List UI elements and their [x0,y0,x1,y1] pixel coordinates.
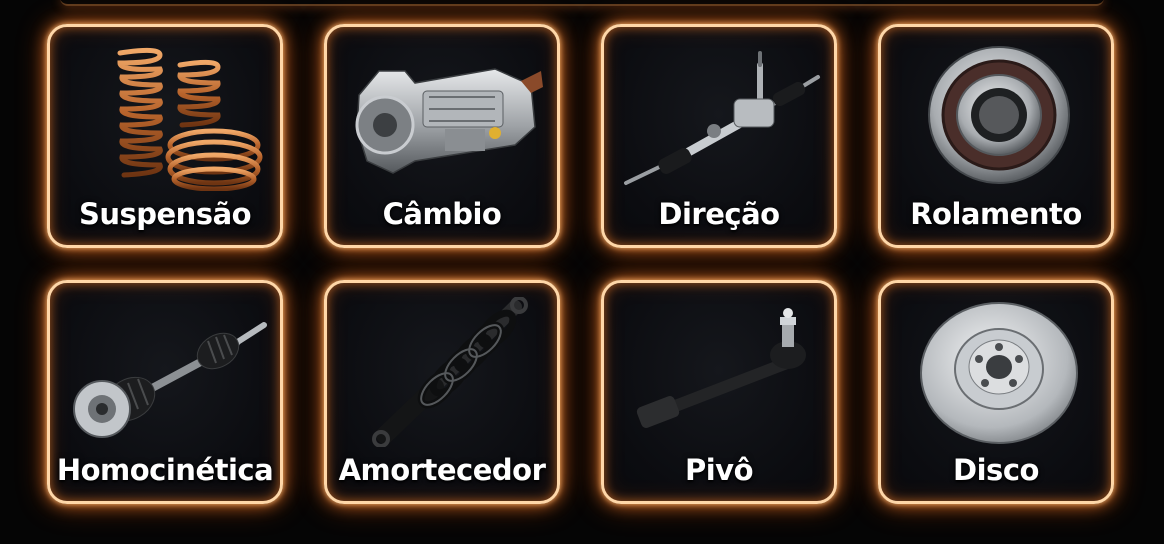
brake-disc-icon [920,302,1078,444]
category-label: Direção [658,197,780,231]
category-label: Câmbio [382,197,502,231]
category-card-suspensao[interactable]: Suspensão [47,24,283,248]
coil-spring-icon [117,47,263,191]
tie-rod-end-icon [636,308,806,428]
category-card-disco[interactable]: Disco [878,280,1114,504]
category-label: Rolamento [910,197,1082,231]
cv-axle-icon [73,322,267,438]
category-grid: Suspensão Câmbio Direção Rolamento Homoc… [0,0,1164,544]
category-label: Suspensão [78,197,252,231]
category-card-amortecedor[interactable]: Amortecedor [324,280,560,504]
category-card-homocinetica[interactable]: Homocinética [47,280,283,504]
shock-absorber-icon [372,297,528,447]
wheel-bearing-icon [928,46,1070,184]
category-label: Homocinética [56,453,274,487]
category-card-rolamento[interactable]: Rolamento [878,24,1114,248]
category-card-direcao[interactable]: Direção [601,24,837,248]
steering-rack-icon [624,51,820,185]
category-card-pivo[interactable]: Pivô [601,280,837,504]
gearbox-icon [355,68,543,174]
category-label: Amortecedor [338,453,546,487]
category-card-cambio[interactable]: Câmbio [324,24,560,248]
category-label: Pivô [684,453,754,487]
category-label: Disco [953,453,1039,487]
